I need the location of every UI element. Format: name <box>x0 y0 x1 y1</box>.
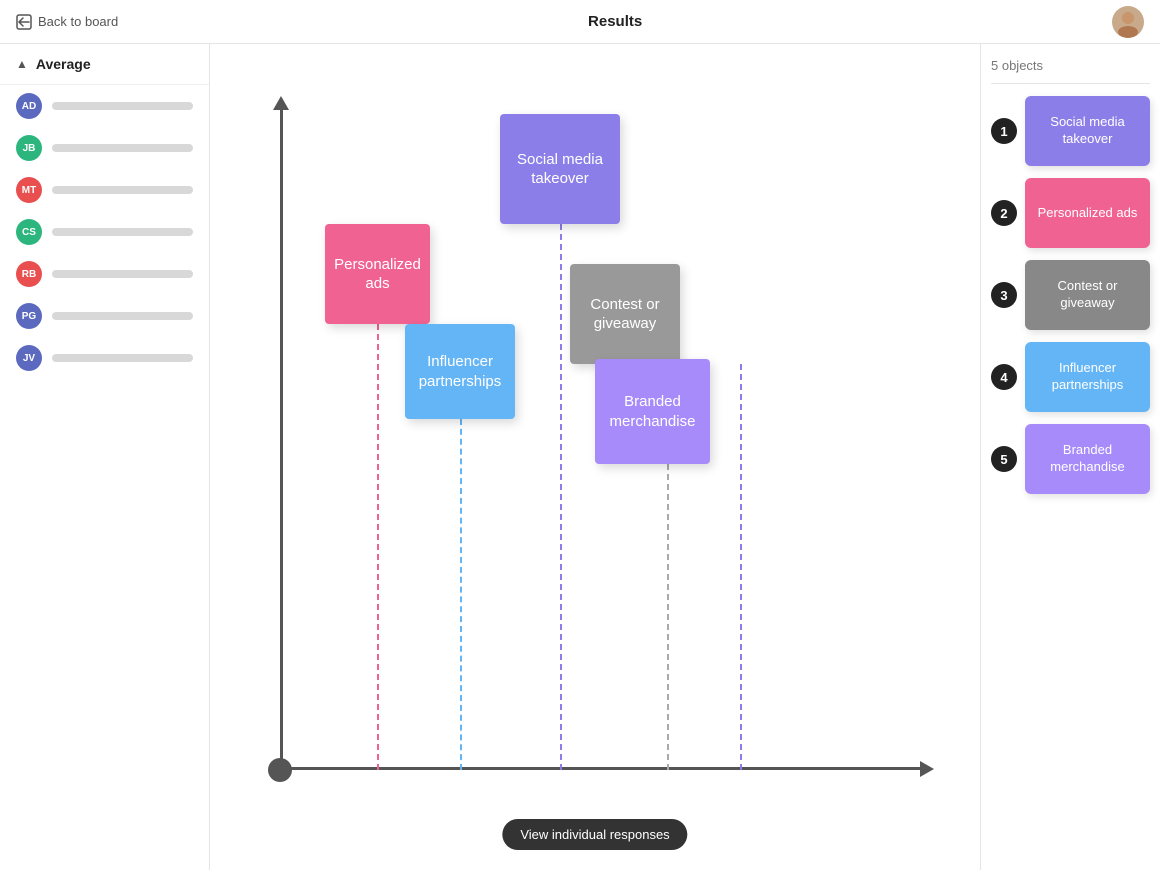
sticky-contest-giveaway[interactable]: Contest or giveaway <box>570 264 680 364</box>
view-responses-button[interactable]: View individual responses <box>502 819 687 850</box>
user-avatar[interactable]: PG <box>16 303 42 329</box>
back-button[interactable]: Back to board <box>16 14 118 30</box>
user-bar <box>52 102 193 110</box>
sidebar-item: RB <box>0 253 209 295</box>
rank-badge: 1 <box>991 118 1017 144</box>
rank-badge: 3 <box>991 282 1017 308</box>
rank-card[interactable]: Personalized ads <box>1025 178 1150 248</box>
avatar[interactable] <box>1112 6 1144 38</box>
dashed-line-0 <box>377 324 379 770</box>
sidebar-item: JB <box>0 127 209 169</box>
rank-card[interactable]: Contest or giveaway <box>1025 260 1150 330</box>
back-icon <box>16 14 32 30</box>
user-avatar[interactable]: CS <box>16 219 42 245</box>
dashed-line-4 <box>740 364 742 770</box>
sidebar: ▲ Average AD JB MT CS RB PG JV <box>0 44 210 870</box>
sticky-influencer[interactable]: Influencer partnerships <box>405 324 515 419</box>
x-arrow <box>920 761 934 777</box>
user-avatar[interactable]: JB <box>16 135 42 161</box>
origin-circle <box>268 758 292 782</box>
back-label: Back to board <box>38 14 118 29</box>
user-avatar[interactable]: JV <box>16 345 42 371</box>
user-bar <box>52 186 193 194</box>
dashed-line-3 <box>667 464 669 770</box>
rank-list: 1 Social media takeover 2 Personalized a… <box>991 96 1150 494</box>
rank-card[interactable]: Influencer partnerships <box>1025 342 1150 412</box>
sticky-social-media[interactable]: Social media takeover <box>500 114 620 224</box>
user-bar <box>52 144 193 152</box>
objects-count: 5 objects <box>991 58 1150 84</box>
sidebar-item: PG <box>0 295 209 337</box>
user-bar <box>52 228 193 236</box>
user-avatar[interactable]: RB <box>16 261 42 287</box>
sidebar-item: CS <box>0 211 209 253</box>
rank-item: 2 Personalized ads <box>991 178 1150 248</box>
sidebar-heading: Average <box>36 56 91 72</box>
main-layout: ▲ Average AD JB MT CS RB PG JV <box>0 44 1160 870</box>
chart-area: Social media takeover Personalized ads Con… <box>210 44 980 870</box>
sidebar-item: AD <box>0 85 209 127</box>
dashed-line-1 <box>460 419 462 770</box>
user-avatar[interactable]: MT <box>16 177 42 203</box>
x-axis <box>280 767 920 770</box>
page-title: Results <box>588 13 642 30</box>
sticky-personalized-ads[interactable]: Personalized ads <box>325 224 430 324</box>
sidebar-item: JV <box>0 337 209 379</box>
sidebar-item: MT <box>0 169 209 211</box>
rank-item: 4 Influencer partnerships <box>991 342 1150 412</box>
rank-item: 1 Social media takeover <box>991 96 1150 166</box>
header: Back to board Results <box>0 0 1160 44</box>
user-avatar[interactable]: AD <box>16 93 42 119</box>
rank-badge: 5 <box>991 446 1017 472</box>
sidebar-users: AD JB MT CS RB PG JV <box>0 85 209 379</box>
y-arrow <box>273 96 289 110</box>
rank-item: 3 Contest or giveaway <box>991 260 1150 330</box>
rank-card[interactable]: Branded merchandise <box>1025 424 1150 494</box>
user-bar <box>52 354 193 362</box>
rank-item: 5 Branded merchandise <box>991 424 1150 494</box>
dashed-line-2 <box>560 224 562 770</box>
sticky-branded[interactable]: Branded merchandise <box>595 359 710 464</box>
y-axis <box>280 104 283 770</box>
sidebar-header: ▲ Average <box>0 44 209 85</box>
rank-card[interactable]: Social media takeover <box>1025 96 1150 166</box>
rank-badge: 2 <box>991 200 1017 226</box>
user-bar <box>52 312 193 320</box>
user-bar <box>52 270 193 278</box>
rank-badge: 4 <box>991 364 1017 390</box>
collapse-icon[interactable]: ▲ <box>16 57 28 71</box>
right-panel: 5 objects 1 Social media takeover 2 Pers… <box>980 44 1160 870</box>
